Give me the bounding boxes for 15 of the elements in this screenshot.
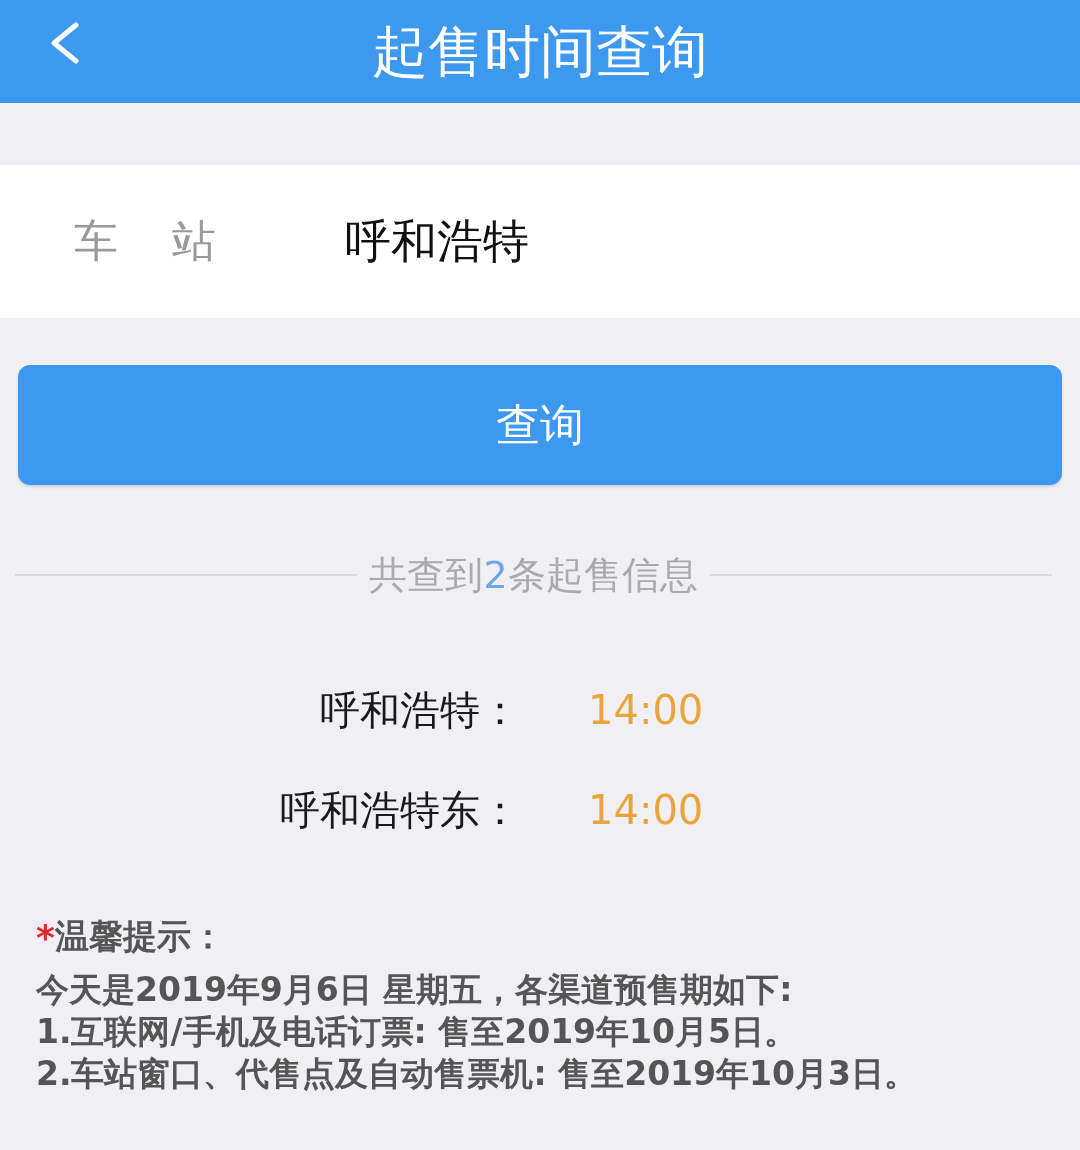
sale-time: 14:00: [588, 786, 704, 835]
notice-line: 1.互联网/手机及电话订票: 售至2019年10月5日。: [36, 1011, 798, 1053]
notice-line: 2.车站窗口、代售点及自动售票机: 售至2019年10月3日。: [36, 1053, 918, 1095]
station-field[interactable]: 车 站 呼和浩特: [0, 165, 1080, 318]
sale-time: 14:00: [588, 686, 704, 735]
result-count-text: 共查到2条起售信息: [369, 551, 698, 599]
notice-title: 温馨提示：: [54, 915, 225, 958]
station-name: 呼和浩特：: [320, 686, 520, 735]
page-title: 起售时间查询: [372, 17, 708, 86]
field-label: 车 站: [74, 214, 217, 268]
station-name: 呼和浩特东：: [280, 786, 520, 835]
back-chevron-icon[interactable]: [48, 22, 80, 64]
required-mark: *: [36, 916, 55, 958]
notice-line: 今天是2019年9月6日 星期五，各渠道预售期如下:: [36, 969, 794, 1011]
field-value: 呼和浩特: [345, 212, 529, 270]
